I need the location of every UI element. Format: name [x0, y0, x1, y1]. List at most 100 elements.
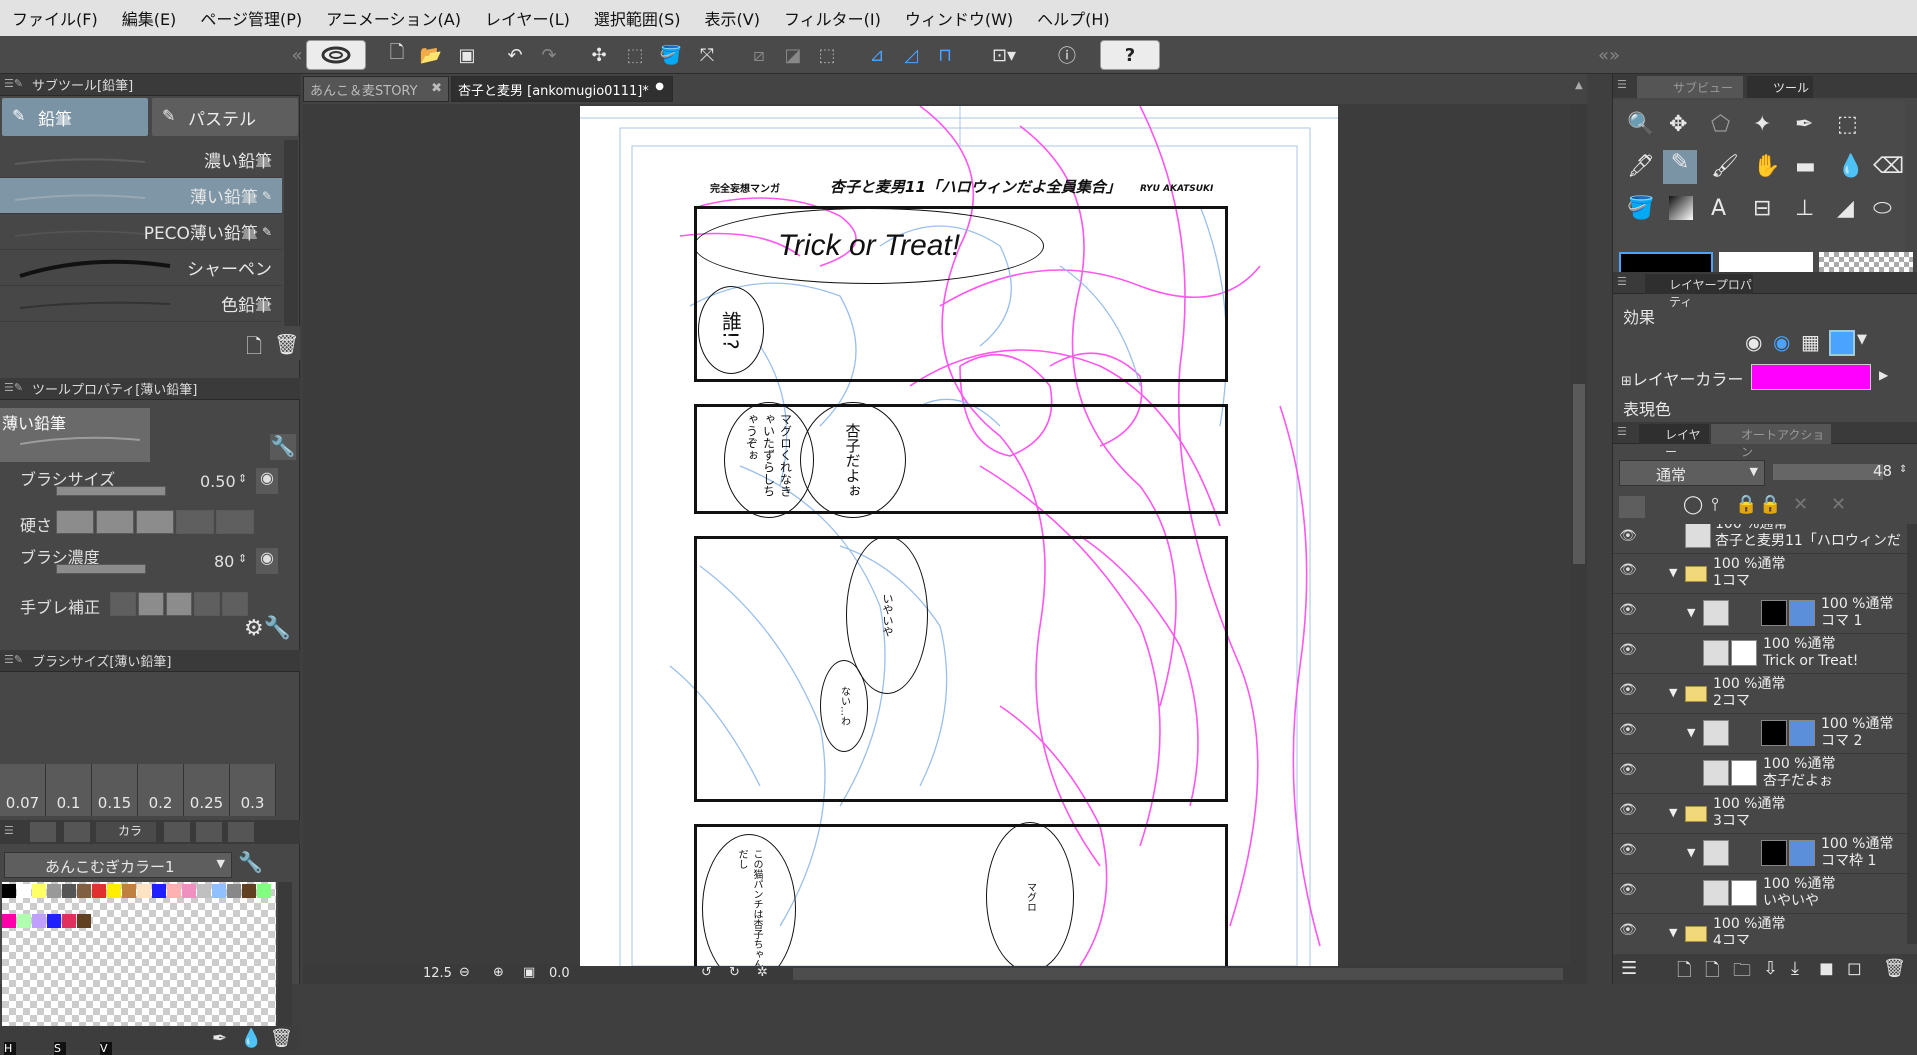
chevron-down-icon[interactable]: ▼ [1669, 566, 1677, 579]
color-swatch[interactable] [77, 884, 91, 898]
clip-icon[interactable]: ◯ [1683, 494, 1703, 515]
tab-auto-action[interactable]: オートアクション [1711, 424, 1831, 459]
tab-document-story[interactable]: あんこ＆麦STORY ✖ [303, 76, 449, 102]
brush-list-scrollbar[interactable] [284, 140, 298, 326]
pencil-tool-icon[interactable]: ✎ [1663, 150, 1697, 184]
merge-down-icon[interactable]: ⤓ [1791, 958, 1799, 979]
invert-selection-icon[interactable]: ◪ [778, 41, 808, 69]
decoration-tool-icon[interactable]: ▬ [1795, 154, 1816, 179]
size-preset[interactable]: 0.2 [138, 764, 184, 816]
speech-bubble-kyoko[interactable]: 杏子だよぉ [800, 402, 906, 518]
scroll-up-icon[interactable]: ▲ [1575, 80, 1583, 91]
tab-tool[interactable]: ツール [1747, 76, 1813, 98]
size-preset[interactable]: 0.07 [0, 764, 46, 816]
stabilizer-step[interactable] [110, 592, 136, 616]
grid-snap-icon[interactable]: ⊓ [930, 41, 960, 69]
mask-apply-icon[interactable]: ◻ [1847, 958, 1862, 979]
color-swatch[interactable] [257, 884, 271, 898]
info-icon[interactable]: ⓘ [1052, 41, 1082, 69]
brush-item[interactable]: シャーペン [0, 250, 282, 286]
spinner-icon[interactable]: ⇕ [238, 552, 247, 565]
balloon-tool-icon[interactable]: ⬭ [1873, 196, 1892, 221]
tab-layer-property[interactable]: レイヤープロパティ [1645, 274, 1753, 309]
frame-dropdown-icon[interactable]: ⊡▾ [982, 41, 1026, 69]
blend-tool-icon[interactable]: 💧 [1837, 154, 1864, 179]
stabilizer-step[interactable] [138, 592, 164, 616]
fit-icon[interactable]: ▣ [523, 965, 535, 980]
brush-size-slider[interactable] [56, 486, 166, 496]
spinner-icon[interactable]: ⇕ [238, 472, 247, 485]
panel-menu-icon[interactable]: ☰✎ [4, 77, 26, 93]
zoom-tool-icon[interactable]: 🔍 [1627, 112, 1654, 137]
tone-pattern-icon[interactable]: ▦ [1801, 330, 1827, 356]
zoom-in-icon[interactable]: ⊕ [493, 965, 504, 980]
color-swatch[interactable] [137, 884, 151, 898]
intermediate-color-tab-icon[interactable] [164, 822, 190, 842]
clear-outside-icon[interactable]: ⬚ [620, 41, 650, 69]
chevron-down-icon[interactable]: ▼ [1687, 726, 1695, 739]
wrench-icon[interactable]: 🔧 [238, 850, 263, 874]
density-slider[interactable] [56, 564, 146, 574]
color-set-dropdown[interactable]: あんこむぎカラー1 ▼ [4, 852, 232, 878]
layer-row-balloon[interactable]: 👁 100 %通常 杏子だよぉ [1613, 754, 1907, 794]
color-wheel-tab-icon[interactable] [30, 822, 56, 842]
mask-icon[interactable]: ◼ [1819, 958, 1834, 979]
magic-wand-icon[interactable]: ✦ [1753, 112, 1771, 137]
eye-icon[interactable]: 👁 [1619, 802, 1637, 818]
layer-row-folder[interactable]: 👁 ▼ 100 %通常 3コマ [1613, 794, 1907, 834]
panel-menu-icon[interactable]: ☰ [1617, 78, 1627, 91]
manga-page[interactable]: 完全妄想マンガ 杏子と麦男11「ハロウィンだよ全員集合」 RYU AKATSUK… [580, 106, 1338, 966]
modified-dot-icon[interactable]: ● [655, 81, 664, 92]
menu-page[interactable]: ページ管理(P) [188, 6, 314, 30]
tab-document-active[interactable]: 杏子と麦男 [ankomugio0111]* ● [451, 76, 673, 102]
open-file-icon[interactable]: 📂 [416, 41, 446, 69]
approx-color-tab-icon[interactable] [196, 822, 222, 842]
brush-tool-icon[interactable]: 🖌 [1711, 154, 1739, 179]
speech-bubble-dare[interactable]: 誰!? [698, 286, 764, 374]
menu-edit[interactable]: 編集(E) [110, 6, 189, 30]
new-subtool-icon[interactable]: 🗋 [246, 332, 262, 366]
ruler-tool-icon[interactable]: ⊥ [1795, 196, 1814, 221]
color-swatch[interactable] [197, 884, 211, 898]
menu-window[interactable]: ウィンドウ(W) [893, 6, 1025, 30]
color-swatch[interactable] [152, 884, 166, 898]
save-icon[interactable]: ▣ [452, 41, 482, 69]
color-swatch[interactable] [47, 914, 61, 928]
lock-icon[interactable]: 🔒 [1735, 494, 1757, 515]
operation-tool-icon[interactable]: ⬚ [1837, 112, 1858, 137]
special-ruler-snap-icon[interactable]: ◿ [896, 41, 926, 69]
color-swatch[interactable] [62, 884, 76, 898]
menu-help[interactable]: ヘルプ(H) [1025, 6, 1122, 30]
tool-settings-icon[interactable]: ⚙🔧 [244, 616, 291, 641]
brush-size-value[interactable]: 0.50 [200, 472, 236, 491]
layer-color-swatch[interactable] [1751, 364, 1871, 390]
blend-mode-dropdown[interactable]: 通常 ▼ [1619, 460, 1765, 486]
layer-row-balloon[interactable]: 👁 100 %通常 いやいや [1613, 874, 1907, 914]
eye-icon[interactable]: 👁 [1619, 528, 1637, 544]
pen-pressure-icon[interactable]: ◉ [256, 468, 278, 494]
layer-row-folder[interactable]: 👁 ▼ 100 %通常 2コマ [1613, 674, 1907, 714]
chevron-down-icon[interactable]: ▼ [1687, 846, 1695, 859]
mask-enable-icon[interactable]: ✕ [1793, 494, 1808, 515]
color-swatch[interactable] [167, 884, 181, 898]
panel-menu-icon[interactable]: ☰✎ [4, 381, 26, 397]
tone-effect-icon[interactable]: ◉ [1773, 330, 1799, 356]
fill-icon[interactable]: 🪣 [656, 41, 686, 69]
layer-row-balloon[interactable]: 👁 100 %通常 Trick or Treat! [1613, 634, 1907, 674]
hardness-step[interactable] [96, 510, 134, 534]
chevron-down-icon[interactable]: ▼ [1669, 926, 1677, 939]
color-swatch[interactable] [92, 884, 106, 898]
layer-row-folder[interactable]: 👁 ▼ 100 %通常 4コマ [1613, 914, 1907, 944]
layer-color-effect-icon[interactable] [1829, 330, 1855, 356]
panel-3[interactable] [694, 536, 1228, 802]
stabilizer-step[interactable] [166, 592, 192, 616]
trash-icon[interactable]: 🗑 [270, 1028, 293, 1049]
color-swatch[interactable] [47, 884, 61, 898]
color-swatch[interactable] [2, 884, 16, 898]
zoom-out-icon[interactable]: ⊖ [459, 965, 470, 980]
airbrush-tool-icon[interactable]: ✋ [1753, 154, 1780, 179]
color-swatch[interactable] [17, 884, 31, 898]
eye-icon[interactable]: 👁 [1619, 602, 1637, 618]
stabilizer-step[interactable] [222, 592, 248, 616]
menu-layer[interactable]: レイヤー(L) [473, 6, 582, 30]
